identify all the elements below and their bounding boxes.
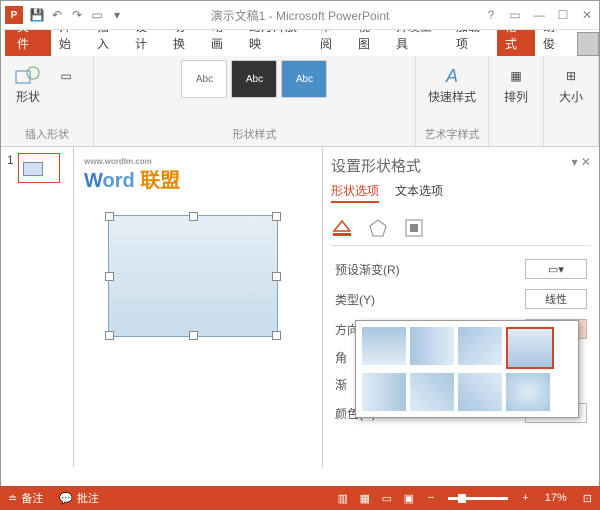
- user-avatar[interactable]: [577, 32, 599, 56]
- style-preset-3[interactable]: Abc: [281, 60, 327, 98]
- direction-option-6[interactable]: [410, 373, 454, 411]
- undo-icon[interactable]: ↶: [47, 5, 67, 25]
- sorter-view-icon[interactable]: ▦: [354, 487, 376, 509]
- type-dropdown[interactable]: 线性: [525, 289, 587, 309]
- save-icon[interactable]: 💾: [27, 5, 47, 25]
- shapes-icon: [13, 64, 43, 88]
- zoom-out-icon[interactable]: −: [420, 492, 442, 504]
- angle-label: 角: [335, 349, 347, 366]
- direction-option-5[interactable]: [362, 373, 406, 411]
- group-shape-styles: Abc Abc Abc 形状样式: [94, 56, 416, 146]
- main-area: 1 www.wordlm.com Word 联盟 ▾ ✕ 设置形状格式 形状选项…: [1, 147, 599, 467]
- size-props-icon[interactable]: [403, 217, 425, 239]
- pane-tab-text[interactable]: 文本选项: [395, 182, 443, 203]
- ribbon-tabs: 文件 开始 插入 设计 切换 动画 幻灯片放映 审阅 视图 开发工具 加载项 格…: [1, 30, 599, 56]
- type-label: 类型(Y): [335, 291, 375, 308]
- minimize-icon[interactable]: —: [527, 5, 551, 25]
- shape-tools[interactable]: ▭: [47, 60, 85, 109]
- group-wordart: A 快速样式 艺术字样式: [416, 56, 489, 146]
- direction-option-1[interactable]: [362, 327, 406, 365]
- direction-option-3[interactable]: [458, 327, 502, 365]
- zoom-in-icon[interactable]: +: [514, 492, 536, 504]
- style-preset-1[interactable]: Abc: [181, 60, 227, 98]
- statusbar: ≐ 备注 💬 批注 ▥ ▦ ▭ ▣ − + 17% ⊡: [0, 486, 600, 510]
- logo: www.wordlm.com Word 联盟: [84, 157, 312, 193]
- preset-gradient-label: 预设渐变(R): [335, 261, 400, 278]
- group-insert-shape: 形状 ▭ 插入形状: [1, 56, 94, 146]
- quickstyle-button[interactable]: A 快速样式: [424, 60, 480, 109]
- direction-option-4-selected[interactable]: [506, 327, 554, 369]
- fit-window-icon[interactable]: ⊡: [575, 492, 600, 505]
- direction-gallery-popup: [355, 320, 579, 418]
- slide-canvas[interactable]: www.wordlm.com Word 联盟: [74, 147, 322, 467]
- zoom-level[interactable]: 17%: [537, 492, 575, 504]
- selected-shape[interactable]: [108, 215, 278, 337]
- size-button[interactable]: ⊞ 大小: [552, 60, 590, 109]
- group-arrange: ▦ 排列: [489, 56, 544, 146]
- slideshow-icon[interactable]: ▭: [87, 5, 107, 25]
- group-size: ⊞ 大小: [544, 56, 599, 146]
- thumbnail-pane: 1: [1, 147, 74, 467]
- zoom-slider[interactable]: [448, 497, 508, 500]
- ribbon: 形状 ▭ 插入形状 Abc Abc Abc 形状样式 A 快速样式 艺术字样式 …: [1, 56, 599, 147]
- app-icon: P: [5, 6, 23, 24]
- slideshow-view-icon[interactable]: ▣: [398, 487, 420, 509]
- size-icon: ⊞: [556, 64, 586, 88]
- pane-close-icon[interactable]: ▾ ✕: [572, 155, 591, 169]
- style-preset-2[interactable]: Abc: [231, 60, 277, 98]
- titlebar: P 💾 ↶ ↷ ▭ ▾ 演示文稿1 - Microsoft PowerPoint…: [1, 1, 599, 30]
- format-shape-pane: ▾ ✕ 设置形状格式 形状选项 文本选项 预设渐变(R) ▭▾ 类型(Y) 线性…: [322, 147, 599, 467]
- arrange-button[interactable]: ▦ 排列: [497, 60, 535, 109]
- normal-view-icon[interactable]: ▥: [332, 487, 354, 509]
- direction-option-8[interactable]: [506, 373, 550, 411]
- slide-number: 1: [7, 153, 14, 183]
- pane-title: 设置形状格式: [331, 155, 591, 176]
- pane-tab-shape[interactable]: 形状选项: [331, 182, 379, 203]
- close-icon[interactable]: ✕: [575, 5, 599, 25]
- shapes-button[interactable]: 形状: [9, 60, 47, 109]
- style-gallery[interactable]: Abc Abc Abc: [181, 60, 327, 98]
- direction-option-7[interactable]: [458, 373, 502, 411]
- reading-view-icon[interactable]: ▭: [376, 487, 398, 509]
- help-icon[interactable]: ?: [479, 5, 503, 25]
- slide-thumbnail-1[interactable]: [18, 153, 60, 183]
- redo-icon[interactable]: ↷: [67, 5, 87, 25]
- fill-icon[interactable]: [331, 217, 353, 239]
- window-title: 演示文稿1 - Microsoft PowerPoint: [211, 7, 390, 24]
- text-box-icon: ▭: [51, 64, 81, 88]
- direction-option-2[interactable]: [410, 327, 454, 365]
- wordart-icon: A: [437, 64, 467, 88]
- notes-button[interactable]: ≐ 备注: [0, 490, 51, 506]
- effects-icon[interactable]: [367, 217, 389, 239]
- comments-button[interactable]: 💬 批注: [51, 490, 107, 506]
- preset-gradient-dropdown[interactable]: ▭▾: [525, 259, 587, 279]
- qat-more-icon[interactable]: ▾: [107, 5, 127, 25]
- maximize-icon[interactable]: ☐: [551, 5, 575, 25]
- arrange-icon: ▦: [501, 64, 531, 88]
- gradient-label: 渐: [335, 376, 347, 393]
- ribbon-display-icon[interactable]: ▭: [503, 5, 527, 25]
